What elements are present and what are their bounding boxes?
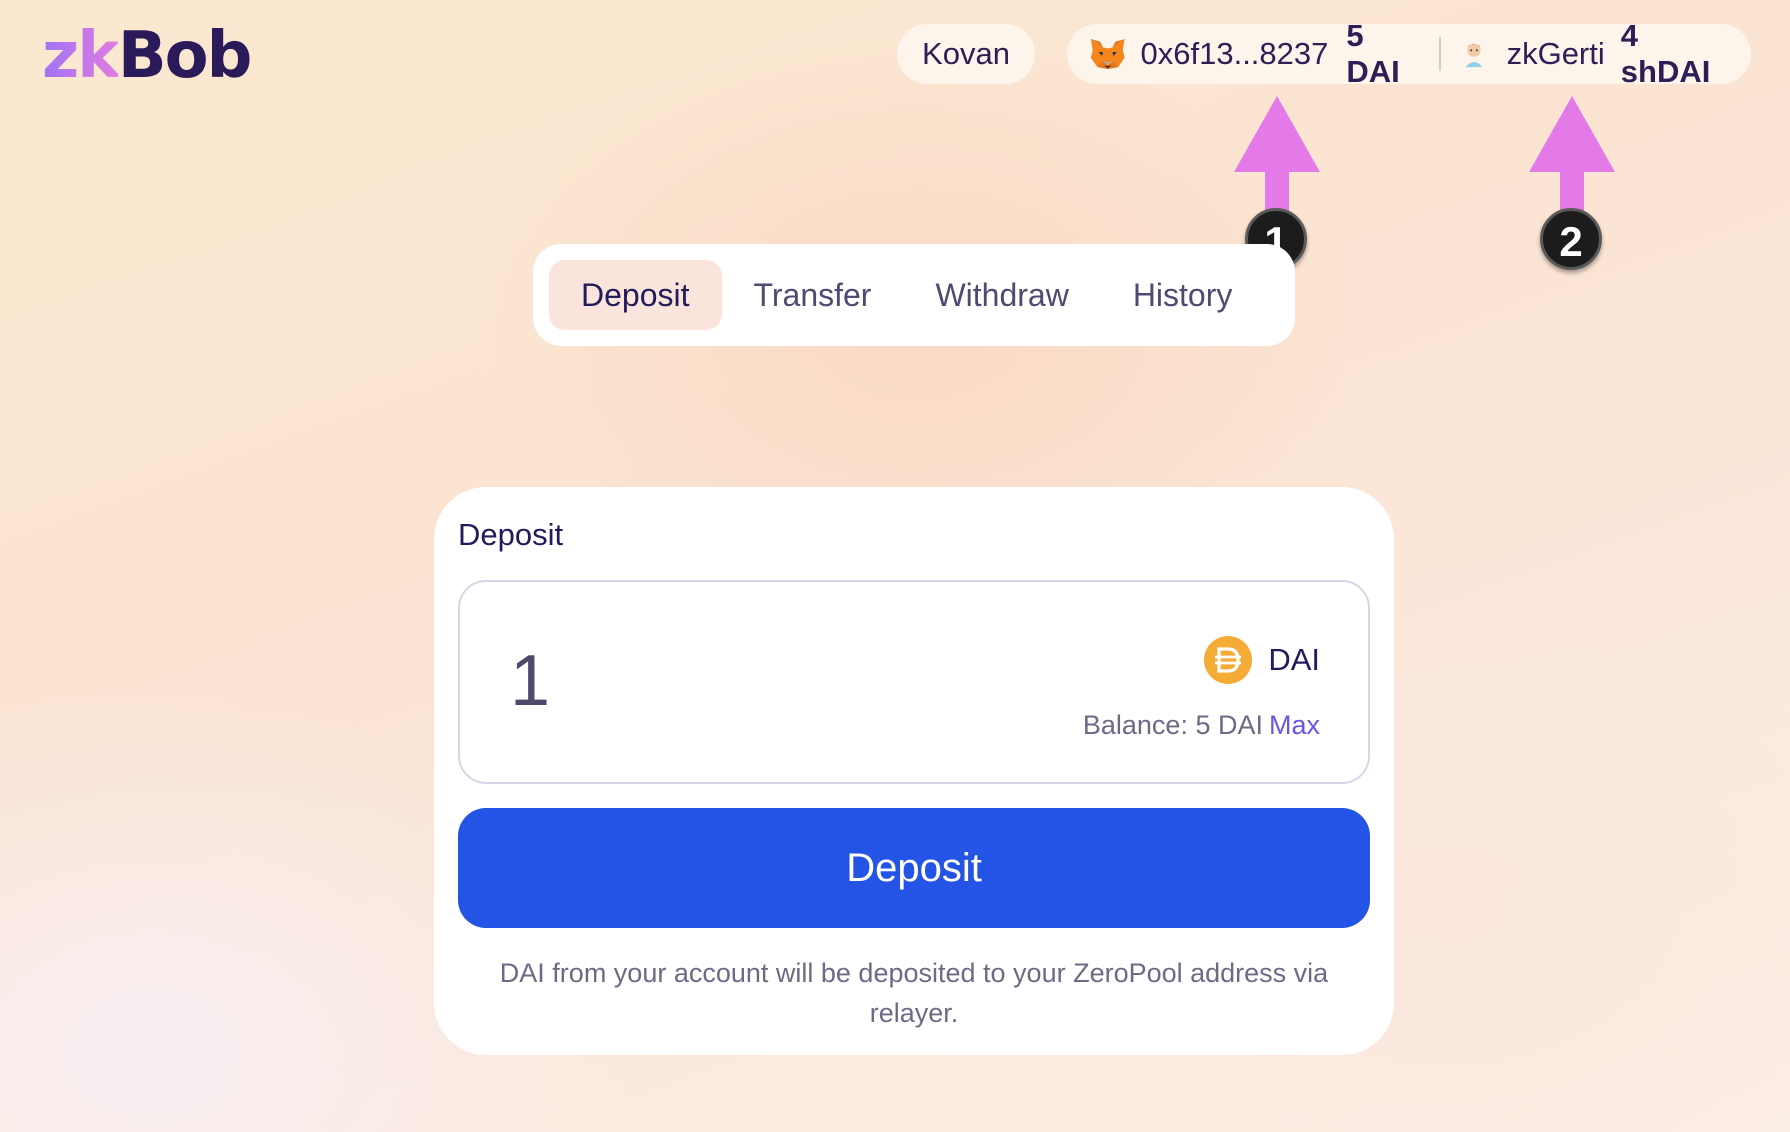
annotation-arrow-2 (1529, 96, 1615, 212)
main-tabs: Deposit Transfer Withdraw History (533, 244, 1295, 346)
card-title: Deposit (458, 517, 564, 552)
network-label: Kovan (922, 36, 1010, 71)
balance-row: Balance: 5 DAI Max (1083, 710, 1320, 741)
account-bar[interactable]: 0x6f13...8237 5 DAI zkGerti 4 shDAI (1067, 18, 1751, 89)
wallet-balance: 5 DAI (1346, 18, 1400, 89)
metamask-fox-icon (1090, 39, 1125, 69)
annotation-badge-2: 2 (1540, 208, 1602, 270)
deposit-note: DAI from your account will be deposited … (499, 958, 1329, 1028)
logo-bob: Bob (117, 19, 253, 93)
logo-zk: zk (42, 19, 120, 93)
token-label: DAI (1268, 642, 1320, 677)
amount-input[interactable]: 1 DAI Balance: 5 DAI Max (458, 580, 1370, 784)
tab-withdraw[interactable]: Withdraw (903, 260, 1100, 330)
zk-account-name: zkGerti (1506, 36, 1605, 71)
wallet-address: 0x6f13...8237 (1140, 36, 1329, 71)
dai-icon (1204, 636, 1253, 684)
zk-account-avatar-icon (1458, 39, 1489, 69)
zk-balance: 4 shDAI (1620, 18, 1711, 89)
amount-value[interactable]: 1 (510, 640, 550, 722)
account-divider (1438, 37, 1441, 71)
tab-transfer[interactable]: Transfer (722, 260, 904, 330)
max-button[interactable]: Max (1269, 710, 1320, 740)
balance-label: Balance: 5 DAI (1082, 710, 1263, 740)
token-display: DAI (1204, 636, 1320, 684)
deposit-card: Deposit 1 DAI Balance: 5 DAI Max Deposit … (434, 487, 1394, 1055)
deposit-button[interactable]: Deposit (458, 808, 1370, 928)
annotation-arrow-1 (1234, 96, 1320, 212)
network-selector[interactable]: Kovan (897, 24, 1035, 84)
zkbob-logo: zkBob (42, 19, 253, 93)
tab-deposit[interactable]: Deposit (549, 260, 722, 330)
tab-history[interactable]: History (1101, 260, 1265, 330)
